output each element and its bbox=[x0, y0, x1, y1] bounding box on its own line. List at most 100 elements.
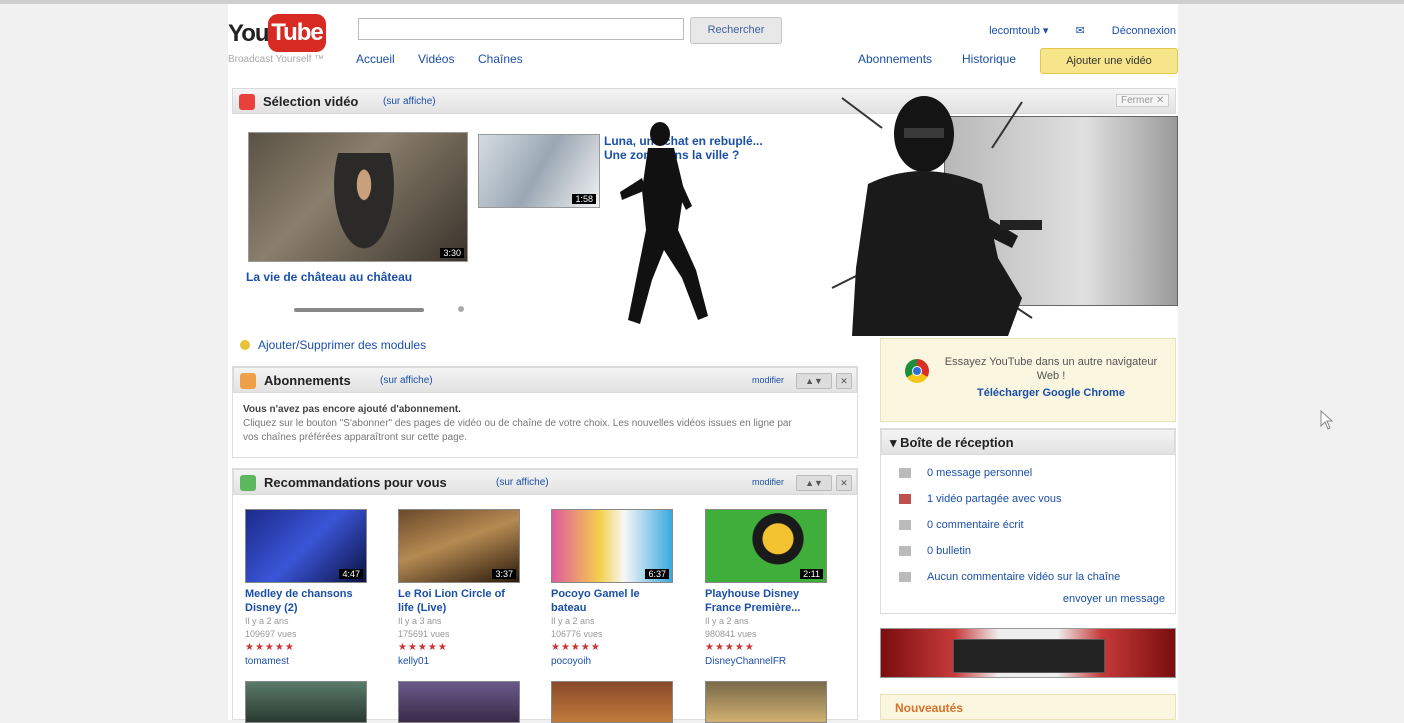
mouse-cursor-icon bbox=[1320, 410, 1334, 430]
featured-carousel-scrollbar[interactable] bbox=[294, 308, 424, 312]
recommended-thumbnail[interactable] bbox=[705, 681, 827, 723]
subscriptions-empty-title: Vous n'avez pas encore ajouté d'abonneme… bbox=[243, 404, 461, 415]
nav-videos[interactable]: Vidéos bbox=[418, 52, 454, 66]
chrome-icon bbox=[905, 359, 929, 383]
recommended-title[interactable]: Pocoyo Gamel le bateau bbox=[551, 587, 675, 615]
upload-video-button[interactable]: Ajouter une vidéo bbox=[1040, 48, 1178, 74]
recommendations-subtitle[interactable]: (sur affiche) bbox=[496, 477, 549, 488]
subscriptions-reorder-button[interactable]: ▲▼ bbox=[796, 373, 832, 389]
nav-home[interactable]: Accueil bbox=[356, 52, 395, 66]
download-chrome-link[interactable]: Télécharger Google Chrome bbox=[941, 387, 1161, 399]
recommended-views: 106776 vues bbox=[551, 629, 603, 639]
nav-subscriptions[interactable]: Abonnements bbox=[858, 52, 932, 66]
recommended-user[interactable]: pocoyoih bbox=[551, 655, 675, 668]
featured-small-thumbnail[interactable]: 1:58 bbox=[478, 134, 600, 208]
recommended-video[interactable]: 4:47 Medley de chansons Disney (2) Il y … bbox=[245, 509, 369, 668]
recommended-date: Il y a 3 ans bbox=[398, 616, 442, 626]
inbox-module: ▾ Boîte de réception 0 message personnel… bbox=[880, 428, 1176, 614]
recommended-video[interactable]: 6:37 Pocoyo Gamel le bateau Il y a 2 ans… bbox=[551, 509, 675, 668]
recommendations-reorder-button[interactable]: ▲▼ bbox=[796, 475, 832, 491]
chrome-promo-text: Essayez YouTube dans un autre navigateur… bbox=[944, 356, 1158, 382]
recommendations-header: Recommandations pour vous (sur affiche) … bbox=[233, 469, 857, 495]
carousel-dot[interactable] bbox=[458, 306, 464, 312]
chrome-promo: Essayez YouTube dans un autre navigateur… bbox=[880, 338, 1176, 422]
recommended-thumbnail[interactable]: 2:11 bbox=[705, 509, 827, 583]
subscriptions-icon bbox=[240, 373, 256, 389]
account-menu[interactable]: lecomtoub ▾ bbox=[989, 25, 1048, 37]
recommended-views: 980841 vues bbox=[705, 629, 757, 639]
nav-channels[interactable]: Chaînes bbox=[478, 52, 523, 66]
recommended-user[interactable]: tomamest bbox=[245, 655, 369, 668]
subscriptions-modify-link[interactable]: modifier bbox=[748, 373, 788, 387]
inbox-item-messages[interactable]: 0 message personnel bbox=[899, 467, 1032, 479]
mail-icon[interactable]: ✉ bbox=[1076, 25, 1085, 37]
recommendations-icon bbox=[240, 475, 256, 491]
recommended-thumbnail[interactable] bbox=[245, 681, 367, 723]
add-remove-modules-link[interactable]: Ajouter/Supprimer des modules bbox=[258, 338, 426, 352]
featured-module-icon bbox=[239, 94, 255, 110]
ad-banner-image bbox=[953, 639, 1105, 673]
inbox-item-label: Aucun commentaire vidéo sur la chaîne bbox=[927, 571, 1121, 583]
recommended-date: Il y a 2 ans bbox=[705, 616, 749, 626]
inbox-item-label: 1 vidéo partagée avec vous bbox=[927, 493, 1062, 505]
inbox-item-comments[interactable]: 0 commentaire écrit bbox=[899, 519, 1024, 531]
subscriptions-module: Abonnements (sur affiche) modifier ▲▼ ✕ … bbox=[232, 366, 858, 458]
inbox-item-label: 0 commentaire écrit bbox=[927, 519, 1024, 531]
subscriptions-empty-message: Vous n'avez pas encore ajouté d'abonneme… bbox=[243, 403, 803, 445]
inbox-item-label: 0 bulletin bbox=[927, 545, 972, 557]
recommended-title[interactable]: Playhouse Disney France Première... bbox=[705, 587, 829, 615]
envelope-icon bbox=[899, 468, 911, 479]
subscriptions-close-button[interactable]: ✕ bbox=[836, 373, 852, 389]
search-button[interactable]: Rechercher bbox=[690, 17, 782, 44]
recommended-title[interactable]: Le Roi Lion Circle of life (Live) bbox=[398, 587, 522, 615]
recommended-thumbnail[interactable] bbox=[551, 681, 673, 723]
nav-history[interactable]: Historique bbox=[962, 52, 1016, 66]
thumbnail-person bbox=[329, 153, 399, 259]
video-duration: 4:47 bbox=[339, 569, 363, 579]
featured-subtitle[interactable]: (sur affiche) bbox=[383, 96, 436, 107]
recommended-user[interactable]: kelly01 bbox=[398, 655, 522, 668]
inbox-item-label: 0 message personnel bbox=[927, 467, 1033, 479]
video-duration: 3:37 bbox=[492, 569, 516, 579]
inbox-header: ▾ Boîte de réception bbox=[881, 429, 1175, 455]
recommendations-module: Recommandations pour vous (sur affiche) … bbox=[232, 468, 858, 723]
video-duration: 3:30 bbox=[440, 248, 464, 258]
recommended-video[interactable]: 3:37 Le Roi Lion Circle of life (Live) I… bbox=[398, 509, 522, 668]
youtube-logo[interactable]: You Tube bbox=[228, 10, 328, 52]
featured-main-title[interactable]: La vie de château au château bbox=[246, 270, 412, 284]
news-title: Nouveautés bbox=[895, 701, 964, 715]
ad-gunman-figure bbox=[831, 96, 1042, 336]
recommendations-modify-link[interactable]: modifier bbox=[748, 475, 788, 489]
recommended-user[interactable]: DisneyChannelFR bbox=[705, 655, 829, 668]
subscriptions-header: Abonnements (sur affiche) modifier ▲▼ ✕ bbox=[233, 367, 857, 393]
recommended-thumbnail[interactable]: 3:37 bbox=[398, 509, 520, 583]
search-input[interactable] bbox=[358, 18, 684, 40]
recommended-video[interactable]: 2:11 Playhouse Disney France Première...… bbox=[705, 509, 829, 668]
inbox-item-channel-comments[interactable]: Aucun commentaire vidéo sur la chaîne bbox=[899, 571, 1120, 583]
recommended-thumbnail[interactable]: 6:37 bbox=[551, 509, 673, 583]
recommendations-close-button[interactable]: ✕ bbox=[836, 475, 852, 491]
inbox-item-shared[interactable]: 1 vidéo partagée avec vous bbox=[899, 493, 1062, 505]
add-module-icon bbox=[240, 340, 250, 350]
featured-title: Sélection vidéo bbox=[263, 94, 359, 109]
logout-link[interactable]: Déconnexion bbox=[1112, 25, 1176, 37]
recommended-views: 109697 vues bbox=[245, 629, 297, 639]
recommended-thumbnail[interactable] bbox=[398, 681, 520, 723]
youtube-page: You Tube Broadcast Yourself ™ Rechercher… bbox=[228, 4, 1178, 723]
close-featured-ad-button[interactable]: Fermer ✕ bbox=[1116, 94, 1170, 107]
rating-stars: ★★★★★ bbox=[705, 642, 755, 653]
send-message-link[interactable]: envoyer un message bbox=[1063, 593, 1165, 605]
video-duration: 6:37 bbox=[645, 569, 669, 579]
recommended-thumbnail[interactable]: 4:47 bbox=[245, 509, 367, 583]
inbox-title: ▾ Boîte de réception bbox=[890, 435, 1014, 450]
sidebar-ad-banner[interactable] bbox=[880, 628, 1176, 678]
user-links: lecomtoub ▾ ✉ Déconnexion bbox=[965, 24, 1176, 37]
subscriptions-title: Abonnements bbox=[264, 373, 351, 388]
user-icon bbox=[899, 546, 911, 557]
featured-module: Sélection vidéo (sur affiche) 3:30 La vi… bbox=[232, 88, 1178, 336]
inbox-item-bulletins[interactable]: 0 bulletin bbox=[899, 545, 971, 557]
recommended-title[interactable]: Medley de chansons Disney (2) bbox=[245, 587, 369, 615]
featured-main-thumbnail[interactable]: 3:30 bbox=[248, 132, 468, 262]
subscriptions-subtitle[interactable]: (sur affiche) bbox=[380, 375, 433, 386]
recommended-date: Il y a 2 ans bbox=[551, 616, 595, 626]
